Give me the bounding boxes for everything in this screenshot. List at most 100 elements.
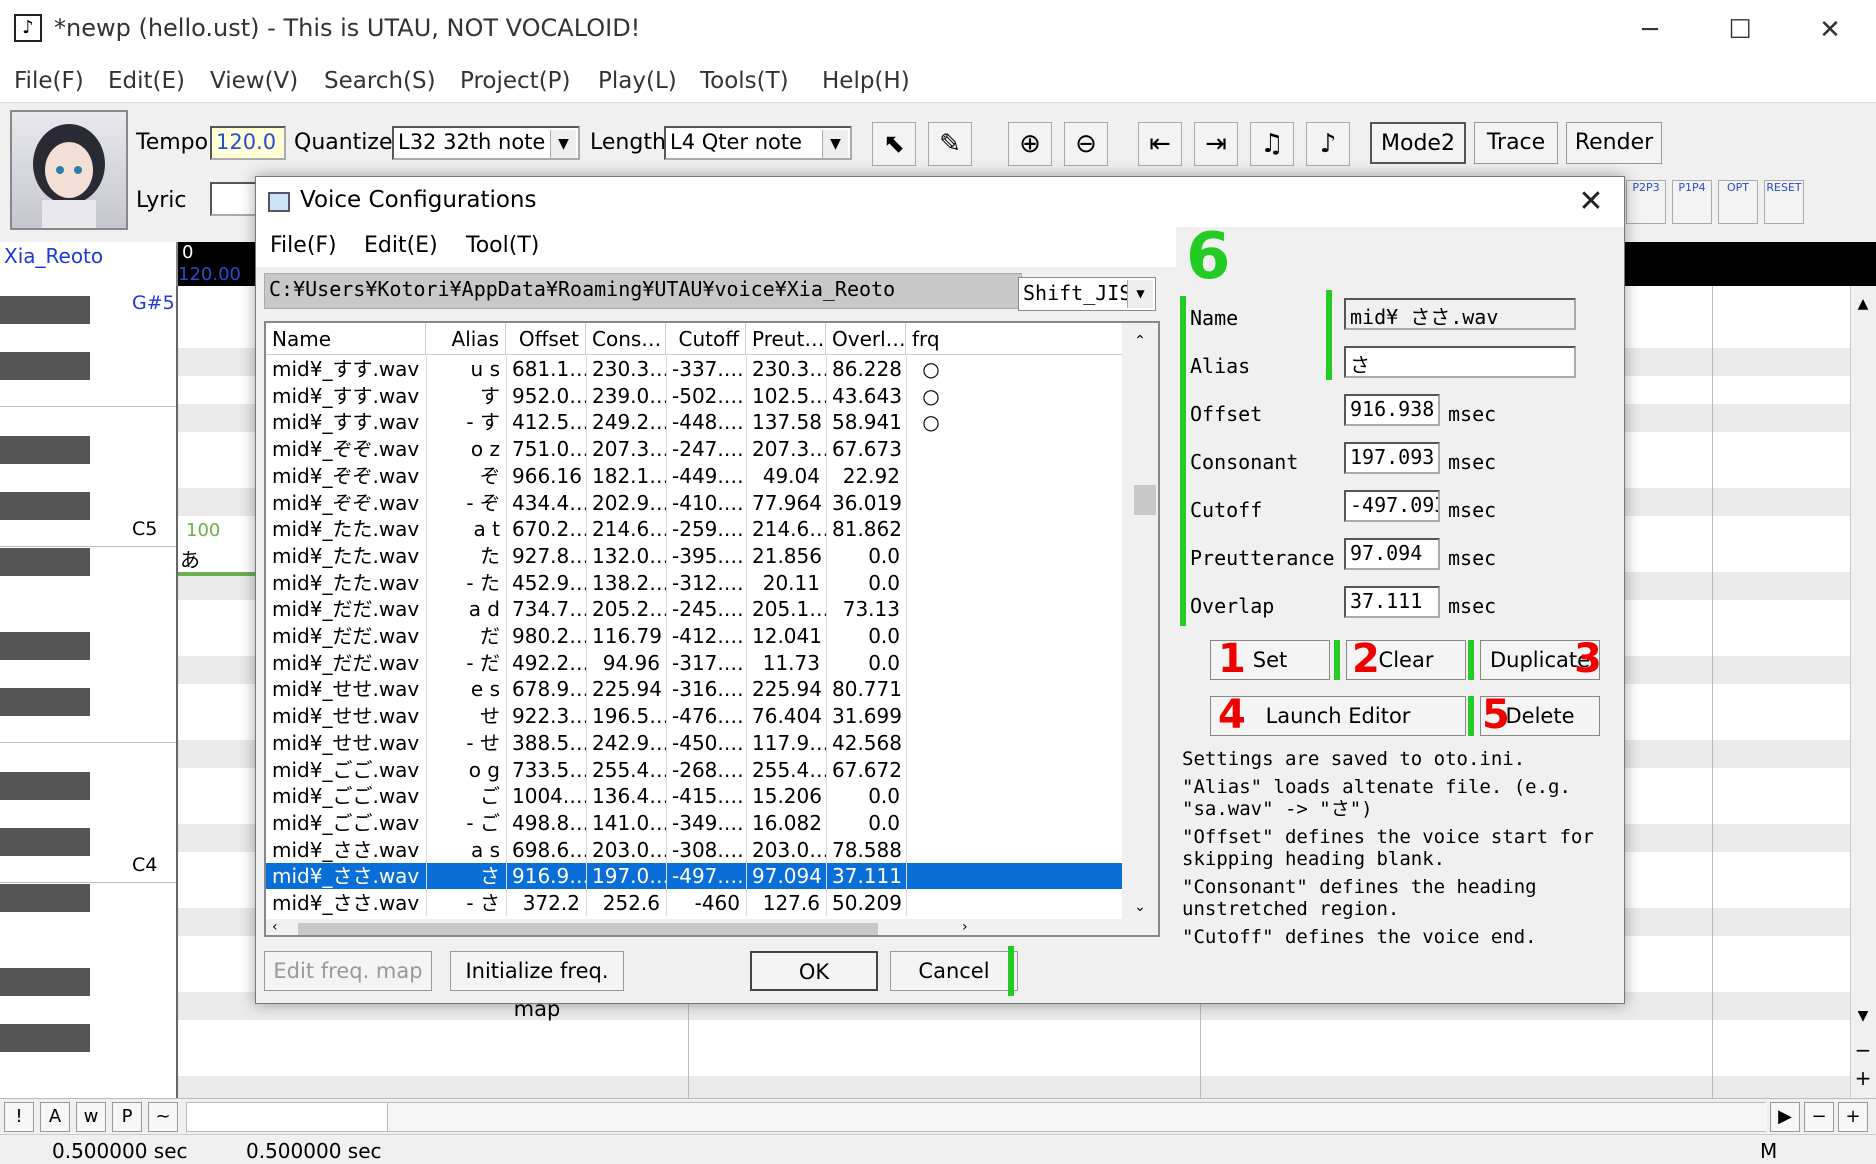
alias-field[interactable]: さ — [1344, 346, 1576, 378]
init-freq-map-button[interactable]: Initialize freq. map — [450, 951, 624, 1021]
ok-button[interactable]: OK — [750, 951, 878, 991]
menu-play[interactable]: Play(L) — [598, 68, 677, 94]
table-row[interactable]: mid¥_ごご.wav o g 733.5… 255.4… -268.… 255.4… 67… — [266, 757, 1122, 783]
go-end-icon[interactable]: ⇥ — [1194, 122, 1238, 166]
launch-editor-button[interactable]: Launch Editor — [1210, 696, 1466, 736]
dialog-menu-tool[interactable]: Tool(T) — [466, 233, 539, 258]
menu-view[interactable]: View(V) — [210, 68, 298, 94]
minimize-button[interactable]: ─ — [1620, 10, 1680, 50]
table-row[interactable]: mid¥_ささ.wav a s 698.6… 203.0… -308.… 203.0… 78… — [266, 837, 1122, 863]
table-row[interactable]: mid¥_たた.wav a t 670.2… 214.6… -259.… 214.6… 81… — [266, 516, 1122, 542]
column-cutoff[interactable]: Cutoff — [666, 323, 746, 355]
zoom-minus-icon[interactable]: − — [1804, 1102, 1834, 1132]
tempo-input[interactable]: 120.0 — [210, 126, 286, 160]
encoding-select[interactable]: Shift_JIS ▼ — [1018, 277, 1156, 311]
column-offset[interactable]: Offset — [506, 323, 586, 355]
scroll-thumb[interactable] — [1134, 485, 1156, 515]
bottom-button-tilde[interactable]: ~ — [148, 1102, 178, 1132]
pitch-opt-icon[interactable]: OPT — [1718, 180, 1758, 224]
cancel-button[interactable]: Cancel — [890, 951, 1018, 991]
menu-help[interactable]: Help(H) — [822, 68, 910, 94]
table-row[interactable]: mid¥_だだ.wav だ 980.2… 116.79 -412.… 12.041 0.0 — [266, 623, 1122, 649]
oto-list[interactable]: Name Alias Offset Cons… Cutoff Preut… Ov… — [264, 321, 1160, 937]
menu-tools[interactable]: Tools(T) — [700, 68, 789, 94]
table-row[interactable]: mid¥_ごご.wav - ご 498.8… 141.0… -349.… 16.082 0.… — [266, 810, 1122, 836]
dialog-menu-file[interactable]: File(F) — [270, 233, 337, 258]
render-button[interactable]: Render — [1566, 122, 1662, 164]
consonant-field[interactable]: 197.093 — [1344, 442, 1440, 474]
voicebank-avatar[interactable] — [10, 110, 128, 230]
table-row[interactable]: mid¥_たた.wav - た 452.9… 138.2… -312.… 20.11 0.0 — [266, 570, 1122, 596]
zoom-minus-icon[interactable]: − — [1851, 1038, 1875, 1062]
table-row[interactable]: mid¥_ささ.wav - さ 372.2 252.6 -460 127.6 50.209 — [266, 890, 1122, 916]
menu-project[interactable]: Project(P) — [460, 68, 571, 94]
cutoff-field[interactable]: -497.093 — [1344, 490, 1440, 522]
preutterance-field[interactable]: 97.094 — [1344, 538, 1440, 570]
maximize-button[interactable]: ☐ — [1710, 10, 1770, 50]
scrollbar-track[interactable] — [387, 1103, 1767, 1131]
note-arrow-icon[interactable]: ♪ — [1306, 122, 1350, 166]
pitch-reset-icon[interactable]: RESET — [1764, 180, 1804, 224]
table-row[interactable]: mid¥_ぞぞ.wav ぞ 966.16 182.1… -449.… 49.04 22.92 — [266, 463, 1122, 489]
scroll-down-icon[interactable]: ▼ — [1851, 1008, 1875, 1024]
table-row[interactable]: mid¥_せせ.wav e s 678.9… 225.94 -316.… 225.94 80… — [266, 676, 1122, 702]
pitch-p1p4-icon[interactable]: P1P4 — [1672, 180, 1712, 224]
bottom-button-a[interactable]: A — [40, 1102, 70, 1132]
trace-button[interactable]: Trace — [1474, 122, 1558, 164]
dialog-close-button[interactable]: ✕ — [1566, 182, 1616, 222]
go-start-icon[interactable]: ⇤ — [1138, 122, 1182, 166]
scroll-thumb[interactable] — [298, 923, 878, 935]
bottom-button-w[interactable]: w — [76, 1102, 106, 1132]
table-row[interactable]: mid¥_せせ.wav せ 922.3… 196.5… -476.… 76.404 31.6… — [266, 703, 1122, 729]
menu-search[interactable]: Search(S) — [324, 68, 436, 94]
scroll-up-icon[interactable]: ⌃ — [1122, 333, 1158, 349]
table-row[interactable]: mid¥_すす.wav す 952.0… 239.0… -502.… 102.5… 43.6… — [266, 383, 1122, 409]
cursor-arrow-icon[interactable]: ⬉ — [872, 122, 916, 166]
table-row[interactable]: mid¥_だだ.wav a d 734.7… 205.2… -245.… 205.1… 73… — [266, 596, 1122, 622]
list-vertical-scrollbar[interactable]: ⌃ ⌄ — [1122, 323, 1158, 919]
pencil-icon[interactable]: ✎ — [928, 122, 972, 166]
column-alias[interactable]: Alias — [426, 323, 506, 355]
bottom-button-excl[interactable]: ! — [4, 1102, 34, 1132]
scroll-right-icon[interactable]: › — [962, 919, 968, 935]
column-overlap[interactable]: Overl… — [826, 323, 906, 355]
note-lyric[interactable]: あ — [180, 544, 200, 573]
scroll-right-icon[interactable]: ▶ — [1770, 1102, 1800, 1132]
zoom-plus-icon[interactable]: + — [1838, 1102, 1868, 1132]
horizontal-scrollbar[interactable] — [186, 1102, 1767, 1132]
offset-field[interactable]: 916.938 — [1344, 394, 1440, 426]
zoom-out-icon[interactable]: ⊖ — [1064, 122, 1108, 166]
scroll-up-icon[interactable]: ▲ — [1851, 296, 1875, 312]
table-row[interactable]: mid¥_すす.wav - す 412.5… 249.2… -448.… 137.58 58… — [266, 409, 1122, 435]
table-row[interactable]: mid¥_ささ.wav さ 916.9… 197.0… -497.… 97.094 37.1… — [266, 863, 1122, 890]
column-preutterance[interactable]: Preut… — [746, 323, 826, 355]
length-select[interactable]: L4 Qter note ▼ — [664, 126, 852, 160]
mode2-button[interactable]: Mode2 — [1370, 122, 1466, 164]
list-horizontal-scrollbar[interactable]: ‹ › — [266, 919, 1158, 935]
menu-file[interactable]: File(F) — [14, 68, 84, 94]
zoom-plus-icon[interactable]: + — [1851, 1066, 1875, 1090]
table-row[interactable]: mid¥_すす.wav u s 681.1… 230.3… -337.… 230.3… 86… — [266, 356, 1122, 382]
close-button[interactable]: ✕ — [1800, 10, 1860, 50]
column-consonant[interactable]: Cons… — [586, 323, 666, 355]
vibrato-icon[interactable]: ♫ — [1250, 122, 1294, 166]
bottom-button-p[interactable]: P — [112, 1102, 142, 1132]
table-row[interactable]: mid¥_ぞぞ.wav o z 751.0… 207.3… -247.… 207.3… 67… — [266, 436, 1122, 462]
dialog-menu-edit[interactable]: Edit(E) — [364, 233, 438, 258]
overlap-field[interactable]: 37.111 — [1344, 586, 1440, 618]
table-row[interactable]: mid¥_だだ.wav - だ 492.2… 94.96 -317.… 11.73 0.0 — [266, 650, 1122, 676]
table-row[interactable]: mid¥_せせ.wav - せ 388.5… 242.9… -450.… 117.9… 42… — [266, 730, 1122, 756]
vertical-scrollbar[interactable]: ▲ ▼ − + — [1850, 286, 1876, 1098]
quantize-select[interactable]: L32 32th note ▼ — [392, 126, 580, 160]
zoom-in-icon[interactable]: ⊕ — [1008, 122, 1052, 166]
menu-edit[interactable]: Edit(E) — [108, 68, 185, 94]
piano-keys[interactable]: G#5 C5 C4 — [0, 286, 178, 1098]
column-name[interactable]: Name — [266, 323, 426, 355]
scroll-down-icon[interactable]: ⌄ — [1122, 899, 1158, 915]
column-frq[interactable]: frq — [906, 323, 1122, 355]
table-row[interactable]: mid¥_ごご.wav ご 1004.… 136.4… -415.… 15.206 0.0 — [266, 783, 1122, 809]
table-row[interactable]: mid¥_たた.wav た 927.8… 132.0… -395.… 21.856 0.0 — [266, 543, 1122, 569]
note-bar[interactable] — [178, 572, 258, 576]
pitch-p2p3-icon[interactable]: P2P3 — [1626, 180, 1666, 224]
scroll-left-icon[interactable]: ‹ — [272, 919, 278, 935]
